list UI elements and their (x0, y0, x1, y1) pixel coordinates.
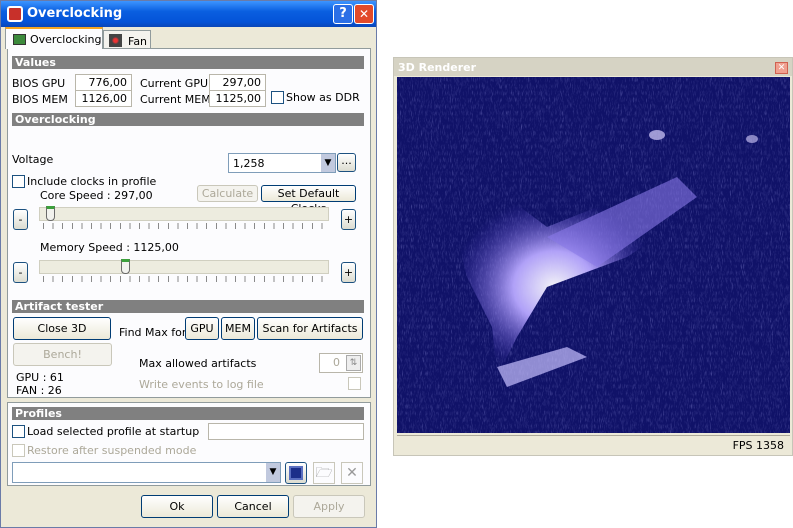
close-3d-renderer-button[interactable]: Close 3D Renderer (13, 317, 111, 356)
core-minus-button[interactable]: - (13, 209, 28, 230)
memory-slider-thumb[interactable] (121, 259, 131, 274)
ok-button[interactable]: Ok (141, 495, 213, 518)
renderer-title: 3D Renderer (398, 61, 477, 74)
load-startup-label: Load selected profile at startup (27, 425, 200, 438)
tab-label: Fan (128, 35, 148, 48)
show-ddr-checkbox[interactable] (271, 91, 284, 104)
card-icon (13, 34, 26, 45)
memory-minus-button[interactable]: - (13, 262, 28, 283)
open-profile-button[interactable]: 🗁 (313, 462, 335, 484)
cancel-button[interactable]: Cancel (217, 495, 289, 518)
renderer-window: 3D Renderer ✕ FPS 1358 (393, 57, 793, 456)
close-button[interactable]: ✕ (354, 4, 374, 24)
gpu-temp-readout: GPU : 61 (16, 371, 64, 384)
delete-profile-button[interactable]: ✕ (341, 462, 363, 484)
tab-label: Overclocking (30, 33, 102, 46)
core-slider-thumb[interactable] (45, 206, 55, 221)
find-max-mem-button[interactable]: MEM (221, 317, 255, 340)
chevron-down-icon[interactable]: ▼ (266, 463, 280, 482)
overclocking-header: Overclocking (12, 113, 364, 126)
restore-checkbox[interactable] (12, 444, 25, 457)
memory-speed-slider[interactable] (39, 260, 329, 274)
values-header: Values (12, 56, 364, 69)
calculate-button[interactable]: Calculate (197, 185, 258, 202)
memory-plus-button[interactable]: + (341, 262, 356, 283)
current-mem-label: Current MEM (140, 93, 211, 106)
profile-select[interactable]: ▼ (12, 462, 281, 483)
bios-gpu-label: BIOS GPU (12, 77, 66, 90)
renderer-status-bar: FPS 1358 (397, 435, 790, 453)
fan-icon (109, 34, 122, 47)
help-button[interactable]: ? (333, 4, 353, 24)
title-bar[interactable]: Overclocking ? ✕ (1, 1, 376, 27)
memory-speed-label: Memory Speed : 1125,00 (40, 241, 179, 254)
core-slider-ticks (43, 223, 327, 229)
chevron-down-icon[interactable]: ▼ (321, 154, 335, 172)
delete-icon: ✕ (346, 465, 358, 481)
current-gpu-field: 297,00 (209, 74, 266, 91)
apply-button[interactable]: Apply (293, 495, 365, 518)
tab-overclocking[interactable]: Overclocking (5, 27, 103, 49)
core-speed-label: Core Speed : 297,00 (40, 189, 153, 202)
startup-profile-field[interactable] (208, 423, 364, 440)
overclocking-dialog: Overclocking ? ✕ Overclocking Fan Values… (0, 0, 377, 528)
include-clocks-checkbox[interactable] (12, 175, 25, 188)
set-default-clocks-button[interactable]: Set Default Clocks (261, 185, 356, 215)
restore-label: Restore after suspended mode (27, 444, 197, 457)
profiles-header: Profiles (12, 407, 364, 420)
current-gpu-label: Current GPU (140, 77, 209, 90)
scan-for-artifacts-button[interactable]: Scan for Artifacts (257, 317, 363, 340)
memory-slider-ticks (43, 276, 327, 282)
bios-gpu-field: 776,00 (75, 74, 132, 91)
max-allowed-artifacts-label: Max allowed artifacts (139, 357, 257, 370)
folder-open-icon: 🗁 (315, 465, 333, 481)
spinner-arrows-icon[interactable]: ⇅ (346, 355, 361, 371)
find-max-gpu-button[interactable]: GPU (185, 317, 219, 340)
find-max-label: Find Max for (119, 326, 187, 339)
tab-fan[interactable]: Fan (103, 30, 151, 49)
bios-mem-label: BIOS MEM (12, 93, 68, 106)
save-profile-button[interactable] (285, 462, 307, 484)
load-startup-checkbox[interactable] (12, 425, 25, 438)
voltage-label: Voltage (12, 153, 54, 166)
write-events-checkbox[interactable] (348, 377, 361, 390)
render-canvas (397, 77, 790, 433)
artifact-tester-header: Artifact tester (12, 300, 364, 313)
show-ddr-label: Show as DDR (286, 91, 360, 104)
bios-mem-field: 1126,00 (75, 90, 132, 107)
core-speed-slider[interactable] (39, 207, 329, 221)
fan-readout: FAN : 26 (16, 384, 62, 397)
voltage-select[interactable]: 1,258 ▼ (228, 153, 336, 173)
voltage-more-button[interactable]: ... (337, 153, 356, 172)
core-plus-button[interactable]: + (341, 209, 356, 230)
renderer-title-bar[interactable]: 3D Renderer (394, 58, 792, 76)
include-clocks-label: Include clocks in profile (27, 175, 157, 188)
current-mem-field: 1125,00 (209, 90, 266, 107)
dialog-title: Overclocking (27, 6, 123, 21)
floppy-disk-icon (289, 466, 303, 480)
fps-readout: FPS 1358 (732, 439, 784, 452)
renderer-close-icon[interactable]: ✕ (775, 62, 788, 74)
app-icon (7, 6, 23, 22)
write-events-label: Write events to log file (139, 378, 264, 391)
voltage-value: 1,258 (233, 157, 265, 170)
bench-button[interactable]: Bench! (13, 343, 112, 366)
